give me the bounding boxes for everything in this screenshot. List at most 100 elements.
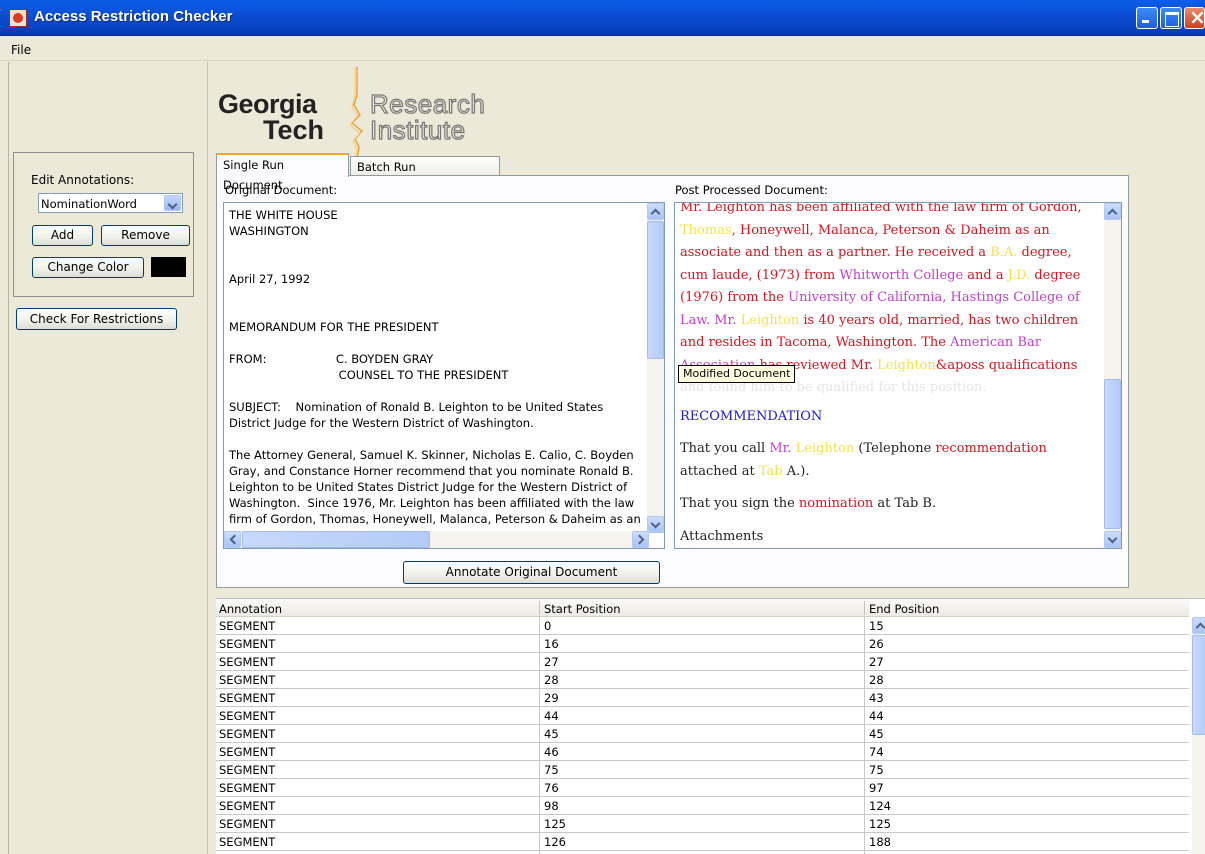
scroll-down-icon[interactable] (647, 516, 664, 533)
cell-end: 45 (869, 727, 884, 741)
change-color-button[interactable]: Change Color (32, 257, 144, 278)
cell-end: 97 (869, 781, 884, 795)
post-a: A.). (782, 463, 810, 479)
ann-nomination: nomination (798, 496, 874, 511)
original-document-text[interactable]: THE WHITE HOUSE WASHINGTON April 27, 199… (229, 207, 649, 527)
post-line-7c: &aposs qualifications (935, 357, 1078, 373)
scroll-thumb[interactable] (647, 221, 664, 359)
table-row[interactable]: SEGMENT 98 124 (216, 797, 1189, 815)
table-row[interactable]: SEGMENT 44 44 (216, 707, 1189, 725)
maximize-button[interactable] (1160, 7, 1182, 29)
table-row[interactable]: SEGMENT 125 125 (216, 815, 1189, 833)
ann-aba-1: American Bar (950, 335, 1041, 350)
table-row[interactable]: SEGMENT 126 188 (216, 833, 1189, 851)
scroll-left-icon[interactable] (224, 531, 241, 548)
table-row[interactable]: SEGMENT 46 74 (216, 743, 1189, 761)
table-vertical-scrollbar[interactable] (1192, 617, 1205, 854)
post-vertical-scrollbar[interactable] (1104, 203, 1121, 548)
minimize-button[interactable] (1136, 7, 1158, 29)
cell-annotation: SEGMENT (219, 673, 276, 687)
post-line-5b: is 40 years old, married, has two childr… (799, 312, 1079, 328)
chevron-down-icon[interactable] (164, 195, 181, 211)
cell-start: 44 (544, 709, 559, 723)
annotate-original-button[interactable]: Annotate Original Document (403, 561, 660, 584)
left-divider (207, 62, 208, 854)
post-attached: attached at (680, 463, 759, 479)
table-row[interactable]: SEGMENT 0 15 (216, 617, 1189, 635)
cell-start: 16 (544, 637, 559, 651)
menu-file[interactable]: File (11, 43, 31, 57)
cell-end: 26 (869, 637, 884, 651)
cell-annotation: SEGMENT (219, 781, 276, 795)
ann-recommendation: recommendation (935, 441, 1047, 456)
post-line-2b: degree, (1017, 245, 1072, 260)
column-divider (539, 617, 540, 854)
post-line-3b: and a (963, 267, 1008, 283)
cell-annotation: SEGMENT (219, 691, 276, 705)
cell-annotation: SEGMENT (219, 817, 276, 831)
post-line-2: associate and then as a partner. He rece… (680, 245, 987, 260)
table-row[interactable]: SEGMENT 28 28 (216, 671, 1189, 689)
table-row[interactable]: SEGMENT 16 26 (216, 635, 1189, 653)
check-restrictions-button[interactable]: Check For Restrictions (16, 308, 177, 330)
scroll-down-icon[interactable] (1104, 531, 1121, 548)
window-title: Access Restriction Checker (34, 8, 233, 25)
table-row[interactable]: SEGMENT 45 45 (216, 725, 1189, 743)
original-horizontal-scrollbar[interactable] (224, 531, 649, 548)
cell-end: 15 (869, 619, 884, 633)
post-line-3c: degree (1030, 267, 1081, 283)
scroll-right-icon[interactable] (632, 531, 649, 548)
ann-ba: B.A. (990, 245, 1018, 260)
ann-mr: Mr. (769, 441, 796, 456)
header-start[interactable]: Start Position (544, 602, 621, 616)
annotation-type-select[interactable]: NominationWord (38, 193, 183, 213)
post-line-0: Mr. Leighton has been affiliated with th… (680, 202, 1082, 215)
header-end[interactable]: End Position (869, 602, 939, 616)
cell-annotation: SEGMENT (219, 835, 276, 849)
add-button[interactable]: Add (32, 225, 93, 246)
original-document-textarea[interactable]: THE WHITE HOUSE WASHINGTON April 27, 199… (223, 202, 665, 549)
cell-annotation: SEGMENT (219, 619, 276, 633)
ann-tab: Tab (758, 463, 783, 479)
post-tel: (Telephone (854, 441, 936, 456)
scroll-up-icon[interactable] (1192, 617, 1205, 634)
cell-end: 44 (869, 709, 884, 723)
table-row[interactable]: SEGMENT 29 43 (216, 689, 1189, 707)
cell-end: 27 (869, 655, 884, 669)
gtri-logo: Georgia Tech Research Institute (218, 67, 518, 160)
column-divider (864, 617, 865, 854)
cell-end: 75 (869, 763, 884, 777)
header-annotation[interactable]: Annotation (219, 602, 282, 616)
tab-single-run[interactable]: Single Run Document (216, 153, 349, 192)
annotation-table[interactable]: Annotation Start Position End Position S… (216, 598, 1205, 854)
cell-annotation: SEGMENT (219, 709, 276, 723)
cell-start: 98 (544, 799, 559, 813)
original-vertical-scrollbar[interactable] (647, 203, 664, 533)
scroll-up-icon[interactable] (647, 203, 664, 220)
color-swatch (151, 257, 186, 277)
scroll-thumb[interactable] (1104, 379, 1121, 529)
scroll-thumb-horizontal[interactable] (242, 531, 430, 548)
recommendation-heading: RECOMMENDATION (680, 408, 823, 424)
ann-leighton-2: Leighton (877, 357, 936, 373)
title-bar[interactable]: Access Restriction Checker (0, 0, 1205, 36)
logo-spark-icon (349, 67, 364, 160)
scroll-thumb[interactable] (1192, 635, 1205, 735)
table-row[interactable]: SEGMENT 76 97 (216, 779, 1189, 797)
close-button[interactable] (1184, 5, 1205, 29)
logo-institute: Institute (369, 114, 466, 145)
cell-end: 124 (869, 799, 891, 813)
table-row[interactable]: SEGMENT 75 75 (216, 761, 1189, 779)
table-row[interactable]: SEGMENT 27 27 (216, 653, 1189, 671)
remove-button[interactable]: Remove (101, 225, 190, 246)
post-line-3a: cum laude, (1973) from (680, 267, 840, 283)
cell-annotation: SEGMENT (219, 727, 276, 741)
cell-start: 46 (544, 745, 559, 759)
header-separator (539, 601, 540, 615)
cell-start: 76 (544, 781, 559, 795)
cell-start: 28 (544, 673, 559, 687)
cell-annotation: SEGMENT (219, 763, 276, 777)
scroll-up-icon[interactable] (1104, 203, 1121, 220)
cell-end: 28 (869, 673, 884, 687)
cell-start: 0 (544, 619, 552, 633)
